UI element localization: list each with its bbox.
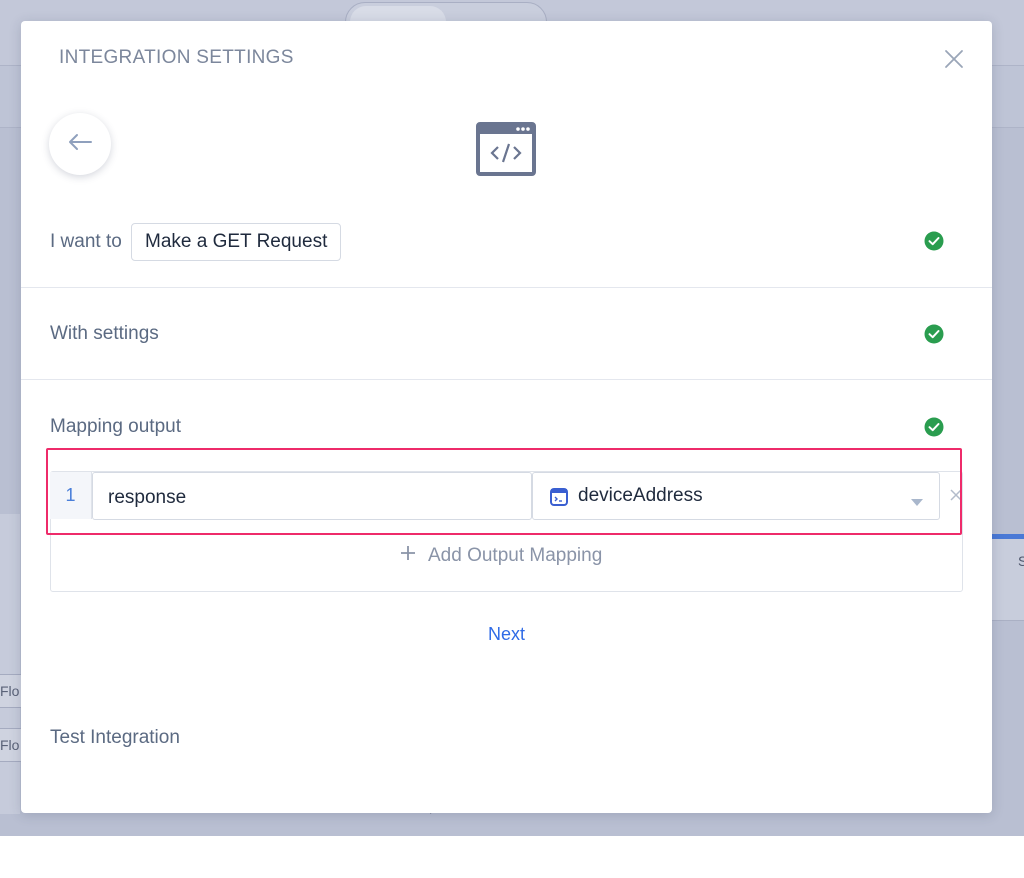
step-mapping-row: Mapping output <box>21 413 992 441</box>
step-test-label[interactable]: Test Integration <box>50 727 180 749</box>
step-action-label: I want to <box>50 231 122 252</box>
background-flow-item: Flo <box>0 728 22 762</box>
check-circle-icon <box>924 324 944 344</box>
close-icon[interactable] <box>949 488 963 502</box>
add-output-mapping-label: Add Output Mapping <box>428 545 603 566</box>
next-button[interactable]: Next <box>21 624 992 645</box>
background-left-panel <box>0 514 20 814</box>
plus-icon <box>400 545 416 567</box>
mapping-row-index: 1 <box>50 472 92 519</box>
variable-value: deviceAddress <box>578 485 703 506</box>
variable-select[interactable]: deviceAddress <box>532 472 940 520</box>
chevron-down-icon <box>911 494 923 506</box>
arrow-left-icon <box>67 133 93 156</box>
back-button[interactable] <box>49 113 111 175</box>
code-window-icon <box>476 122 536 176</box>
output-name-input[interactable]: response <box>92 472 532 520</box>
modal-title: INTEGRATION SETTINGS <box>59 47 294 68</box>
check-circle-icon <box>924 417 944 437</box>
check-circle-icon <box>924 231 944 251</box>
section-divider <box>21 379 992 380</box>
close-icon[interactable] <box>943 48 965 70</box>
step-settings-label: With settings <box>50 323 159 344</box>
background-right-panel: S <box>992 539 1024 621</box>
add-output-mapping-button[interactable]: Add Output Mapping <box>400 545 602 567</box>
variable-icon <box>550 488 568 506</box>
section-divider <box>21 287 992 288</box>
background-right-label: S <box>1018 553 1024 569</box>
background-flow-item: Flo <box>0 674 22 708</box>
step-mapping-label: Mapping output <box>50 416 181 437</box>
action-select[interactable]: Make a GET Request <box>131 223 342 261</box>
step-settings-row[interactable]: With settings <box>21 320 992 348</box>
integration-settings-modal: INTEGRATION SETTINGS I want to Make a GE… <box>21 21 992 813</box>
